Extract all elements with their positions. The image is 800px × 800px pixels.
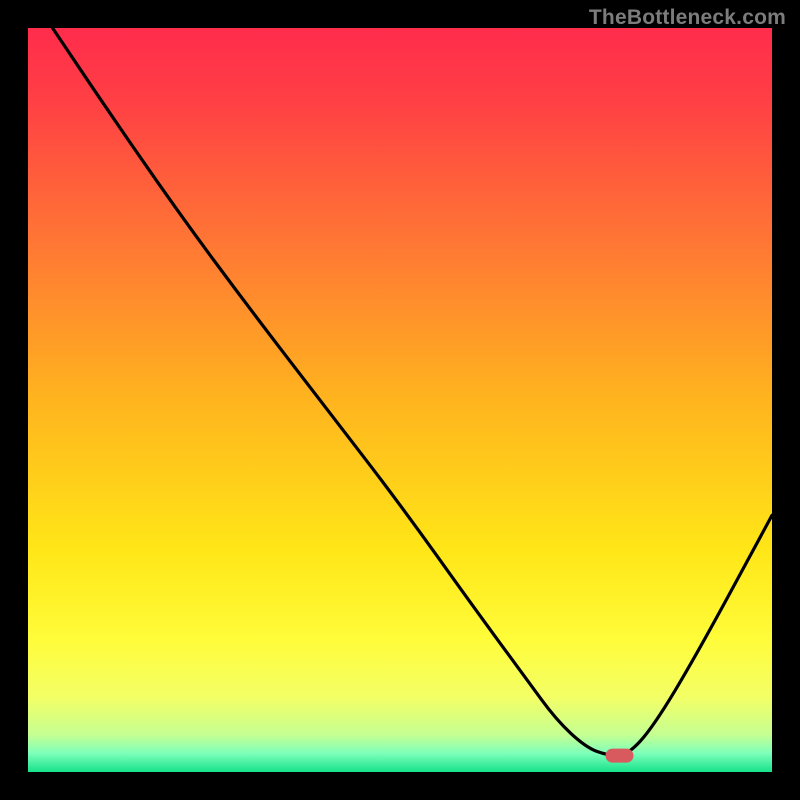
gradient-background	[28, 28, 772, 772]
plot-area	[28, 28, 772, 772]
optimal-marker	[605, 749, 633, 763]
watermark-text: TheBottleneck.com	[589, 6, 786, 30]
chart-container: TheBottleneck.com	[0, 0, 800, 800]
chart-svg	[28, 28, 772, 772]
